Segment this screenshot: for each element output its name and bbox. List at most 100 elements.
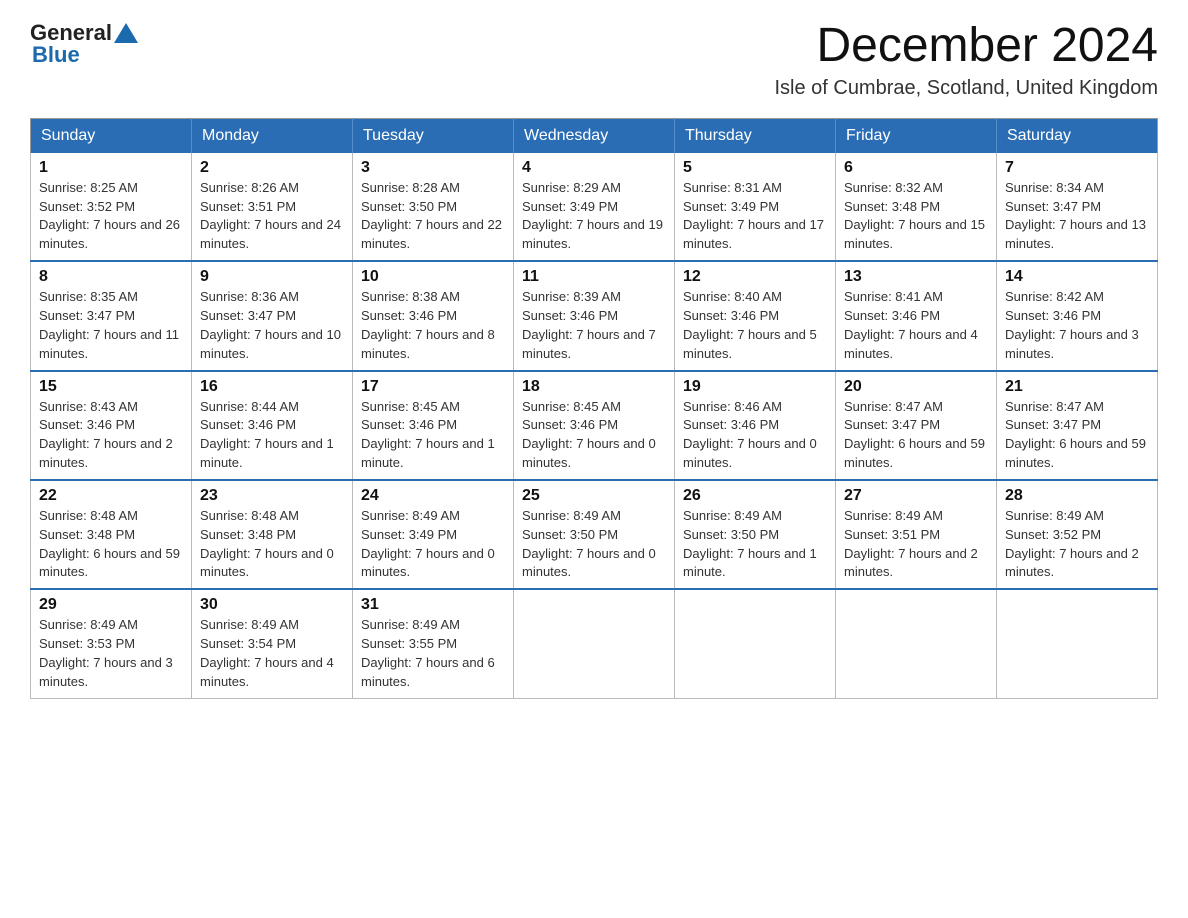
- day-number: 20: [844, 378, 988, 396]
- table-row: 19 Sunrise: 8:46 AM Sunset: 3:46 PM Dayl…: [675, 371, 836, 480]
- day-info: Sunrise: 8:49 AM Sunset: 3:53 PM Dayligh…: [39, 616, 183, 691]
- table-row: 17 Sunrise: 8:45 AM Sunset: 3:46 PM Dayl…: [353, 371, 514, 480]
- day-info: Sunrise: 8:31 AM Sunset: 3:49 PM Dayligh…: [683, 179, 827, 254]
- day-info: Sunrise: 8:39 AM Sunset: 3:46 PM Dayligh…: [522, 288, 666, 363]
- logo-triangle-icon: [114, 23, 138, 43]
- table-row: 31 Sunrise: 8:49 AM Sunset: 3:55 PM Dayl…: [353, 589, 514, 698]
- table-row: [675, 589, 836, 698]
- table-row: 25 Sunrise: 8:49 AM Sunset: 3:50 PM Dayl…: [514, 480, 675, 589]
- day-number: 22: [39, 487, 183, 505]
- day-number: 1: [39, 159, 183, 177]
- day-number: 26: [683, 487, 827, 505]
- calendar-week-row: 15 Sunrise: 8:43 AM Sunset: 3:46 PM Dayl…: [31, 371, 1158, 480]
- day-number: 2: [200, 159, 344, 177]
- day-info: Sunrise: 8:49 AM Sunset: 3:50 PM Dayligh…: [522, 507, 666, 582]
- day-number: 28: [1005, 487, 1149, 505]
- col-tuesday: Tuesday: [353, 118, 514, 153]
- day-number: 30: [200, 596, 344, 614]
- table-row: 26 Sunrise: 8:49 AM Sunset: 3:50 PM Dayl…: [675, 480, 836, 589]
- day-info: Sunrise: 8:48 AM Sunset: 3:48 PM Dayligh…: [39, 507, 183, 582]
- col-saturday: Saturday: [997, 118, 1158, 153]
- day-info: Sunrise: 8:49 AM Sunset: 3:54 PM Dayligh…: [200, 616, 344, 691]
- day-info: Sunrise: 8:49 AM Sunset: 3:51 PM Dayligh…: [844, 507, 988, 582]
- day-number: 18: [522, 378, 666, 396]
- table-row: 18 Sunrise: 8:45 AM Sunset: 3:46 PM Dayl…: [514, 371, 675, 480]
- day-number: 10: [361, 268, 505, 286]
- day-info: Sunrise: 8:49 AM Sunset: 3:52 PM Dayligh…: [1005, 507, 1149, 582]
- day-number: 25: [522, 487, 666, 505]
- day-info: Sunrise: 8:35 AM Sunset: 3:47 PM Dayligh…: [39, 288, 183, 363]
- table-row: 15 Sunrise: 8:43 AM Sunset: 3:46 PM Dayl…: [31, 371, 192, 480]
- day-number: 7: [1005, 159, 1149, 177]
- day-info: Sunrise: 8:44 AM Sunset: 3:46 PM Dayligh…: [200, 398, 344, 473]
- col-wednesday: Wednesday: [514, 118, 675, 153]
- day-number: 24: [361, 487, 505, 505]
- day-info: Sunrise: 8:25 AM Sunset: 3:52 PM Dayligh…: [39, 179, 183, 254]
- day-number: 8: [39, 268, 183, 286]
- calendar-week-row: 8 Sunrise: 8:35 AM Sunset: 3:47 PM Dayli…: [31, 261, 1158, 370]
- table-row: 8 Sunrise: 8:35 AM Sunset: 3:47 PM Dayli…: [31, 261, 192, 370]
- day-info: Sunrise: 8:32 AM Sunset: 3:48 PM Dayligh…: [844, 179, 988, 254]
- day-info: Sunrise: 8:43 AM Sunset: 3:46 PM Dayligh…: [39, 398, 183, 473]
- day-info: Sunrise: 8:47 AM Sunset: 3:47 PM Dayligh…: [1005, 398, 1149, 473]
- table-row: 7 Sunrise: 8:34 AM Sunset: 3:47 PM Dayli…: [997, 153, 1158, 261]
- table-row: 2 Sunrise: 8:26 AM Sunset: 3:51 PM Dayli…: [192, 153, 353, 261]
- table-row: 27 Sunrise: 8:49 AM Sunset: 3:51 PM Dayl…: [836, 480, 997, 589]
- day-info: Sunrise: 8:34 AM Sunset: 3:47 PM Dayligh…: [1005, 179, 1149, 254]
- day-number: 31: [361, 596, 505, 614]
- day-number: 11: [522, 268, 666, 286]
- day-info: Sunrise: 8:47 AM Sunset: 3:47 PM Dayligh…: [844, 398, 988, 473]
- day-number: 27: [844, 487, 988, 505]
- day-info: Sunrise: 8:45 AM Sunset: 3:46 PM Dayligh…: [361, 398, 505, 473]
- day-number: 13: [844, 268, 988, 286]
- calendar-header-row: Sunday Monday Tuesday Wednesday Thursday…: [31, 118, 1158, 153]
- day-info: Sunrise: 8:36 AM Sunset: 3:47 PM Dayligh…: [200, 288, 344, 363]
- logo: General Blue: [30, 20, 140, 68]
- day-info: Sunrise: 8:49 AM Sunset: 3:55 PM Dayligh…: [361, 616, 505, 691]
- table-row: 21 Sunrise: 8:47 AM Sunset: 3:47 PM Dayl…: [997, 371, 1158, 480]
- table-row: 9 Sunrise: 8:36 AM Sunset: 3:47 PM Dayli…: [192, 261, 353, 370]
- logo-blue-text: Blue: [30, 42, 80, 68]
- day-number: 21: [1005, 378, 1149, 396]
- table-row: 10 Sunrise: 8:38 AM Sunset: 3:46 PM Dayl…: [353, 261, 514, 370]
- table-row: 22 Sunrise: 8:48 AM Sunset: 3:48 PM Dayl…: [31, 480, 192, 589]
- table-row: 29 Sunrise: 8:49 AM Sunset: 3:53 PM Dayl…: [31, 589, 192, 698]
- day-number: 19: [683, 378, 827, 396]
- col-thursday: Thursday: [675, 118, 836, 153]
- calendar-week-row: 22 Sunrise: 8:48 AM Sunset: 3:48 PM Dayl…: [31, 480, 1158, 589]
- table-row: 13 Sunrise: 8:41 AM Sunset: 3:46 PM Dayl…: [836, 261, 997, 370]
- day-number: 17: [361, 378, 505, 396]
- table-row: 23 Sunrise: 8:48 AM Sunset: 3:48 PM Dayl…: [192, 480, 353, 589]
- table-row: 30 Sunrise: 8:49 AM Sunset: 3:54 PM Dayl…: [192, 589, 353, 698]
- calendar-week-row: 29 Sunrise: 8:49 AM Sunset: 3:53 PM Dayl…: [31, 589, 1158, 698]
- day-info: Sunrise: 8:48 AM Sunset: 3:48 PM Dayligh…: [200, 507, 344, 582]
- table-row: 12 Sunrise: 8:40 AM Sunset: 3:46 PM Dayl…: [675, 261, 836, 370]
- table-row: 6 Sunrise: 8:32 AM Sunset: 3:48 PM Dayli…: [836, 153, 997, 261]
- day-info: Sunrise: 8:40 AM Sunset: 3:46 PM Dayligh…: [683, 288, 827, 363]
- day-info: Sunrise: 8:38 AM Sunset: 3:46 PM Dayligh…: [361, 288, 505, 363]
- day-number: 12: [683, 268, 827, 286]
- day-number: 6: [844, 159, 988, 177]
- table-row: 14 Sunrise: 8:42 AM Sunset: 3:46 PM Dayl…: [997, 261, 1158, 370]
- day-info: Sunrise: 8:49 AM Sunset: 3:50 PM Dayligh…: [683, 507, 827, 582]
- col-friday: Friday: [836, 118, 997, 153]
- day-number: 23: [200, 487, 344, 505]
- day-number: 15: [39, 378, 183, 396]
- day-number: 5: [683, 159, 827, 177]
- table-row: [997, 589, 1158, 698]
- table-row: 1 Sunrise: 8:25 AM Sunset: 3:52 PM Dayli…: [31, 153, 192, 261]
- table-row: 24 Sunrise: 8:49 AM Sunset: 3:49 PM Dayl…: [353, 480, 514, 589]
- day-info: Sunrise: 8:49 AM Sunset: 3:49 PM Dayligh…: [361, 507, 505, 582]
- table-row: 3 Sunrise: 8:28 AM Sunset: 3:50 PM Dayli…: [353, 153, 514, 261]
- calendar-table: Sunday Monday Tuesday Wednesday Thursday…: [30, 118, 1158, 699]
- calendar-week-row: 1 Sunrise: 8:25 AM Sunset: 3:52 PM Dayli…: [31, 153, 1158, 261]
- day-info: Sunrise: 8:46 AM Sunset: 3:46 PM Dayligh…: [683, 398, 827, 473]
- day-info: Sunrise: 8:41 AM Sunset: 3:46 PM Dayligh…: [844, 288, 988, 363]
- table-row: 20 Sunrise: 8:47 AM Sunset: 3:47 PM Dayl…: [836, 371, 997, 480]
- day-info: Sunrise: 8:28 AM Sunset: 3:50 PM Dayligh…: [361, 179, 505, 254]
- month-title: December 2024: [774, 20, 1158, 73]
- day-number: 3: [361, 159, 505, 177]
- day-info: Sunrise: 8:26 AM Sunset: 3:51 PM Dayligh…: [200, 179, 344, 254]
- table-row: 11 Sunrise: 8:39 AM Sunset: 3:46 PM Dayl…: [514, 261, 675, 370]
- day-number: 29: [39, 596, 183, 614]
